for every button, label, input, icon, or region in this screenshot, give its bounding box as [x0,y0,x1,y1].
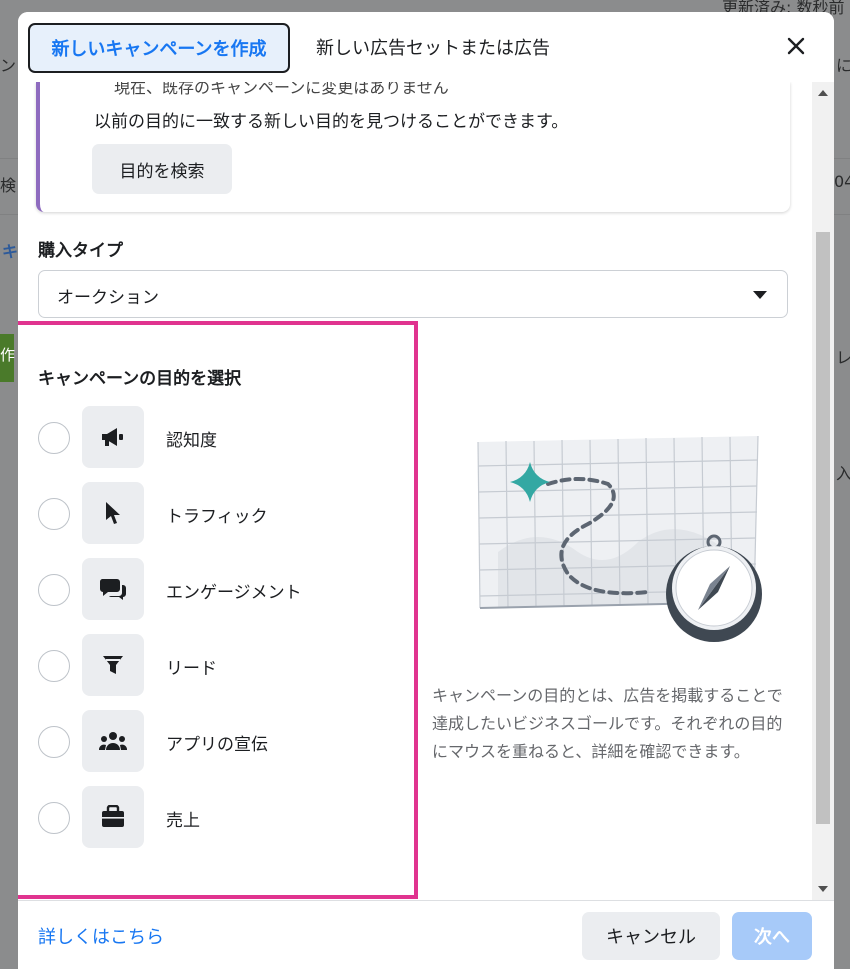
tab-new-adset-or-ad[interactable]: 新しい広告セットまたは広告 [316,34,550,60]
tab-create-campaign[interactable]: 新しいキャンペーンを作成 [28,23,290,73]
bg-fragment: 検 [0,176,17,195]
bg-fragment: に [836,56,850,75]
map-compass-illustration [477,435,762,642]
radio-button[interactable] [38,802,70,834]
dialog-tabs: 新しいキャンペーンを作成 新しい広告セットまたは広告 [18,12,834,82]
purchase-type-select[interactable]: オークション [38,270,788,318]
objective-label: 売上 [166,811,200,831]
objective-awareness[interactable]: 認知度 [38,406,398,470]
dialog-scrollbar[interactable] [812,82,834,900]
chat-bubbles-icon [82,558,144,620]
create-campaign-dialog: 新しいキャンペーンを作成 新しい広告セットまたは広告 現在、既存のキャンペーンに… [18,12,834,969]
info-card: 現在、既存のキャンペーンに変更はありません 以前の目的に一致する新しい目的を見つ… [36,82,790,212]
radio-button[interactable] [38,574,70,606]
learn-more-link[interactable]: 詳しくはこちら [38,923,164,949]
bg-fragment: ン [0,56,17,75]
objective-label: アプリの宣伝 [166,735,268,755]
objective-label: 認知度 [166,431,217,451]
objective-section-title: キャンペーンの目的を選択 [38,369,242,389]
purchase-type-label: 購入タイプ [38,241,123,261]
objective-leads[interactable]: リード [38,634,398,698]
radio-button[interactable] [38,422,70,454]
scroll-down-arrow-icon[interactable] [818,886,828,892]
briefcase-icon [82,786,144,848]
cursor-icon [82,482,144,544]
megaphone-icon [82,406,144,468]
close-button[interactable] [782,32,810,60]
bg-fragment: 04 [834,172,850,191]
bg-fragment: 入 [836,464,850,483]
objective-description: キャンペーンの目的とは、広告を掲載することで達成したいビジネスゴールです。それぞ… [432,686,783,761]
dialog-footer: 詳しくはこちら キャンセル 次へ [18,900,834,969]
close-icon [787,37,805,55]
people-icon [82,710,144,772]
cancel-button[interactable]: キャンセル [582,912,720,960]
scroll-thumb[interactable] [816,232,830,824]
objective-label: トラフィック [166,507,268,527]
objective-traffic[interactable]: トラフィック [38,482,398,546]
scroll-up-arrow-icon[interactable] [818,90,828,96]
radio-button[interactable] [38,498,70,530]
objective-app-promotion[interactable]: アプリの宣伝 [38,710,398,774]
find-objective-button[interactable]: 目的を検索 [92,144,232,194]
funnel-icon [82,634,144,696]
purchase-type-value: オークション [57,288,159,308]
radio-button[interactable] [38,726,70,758]
bg-fragment: 作 [0,346,16,364]
objective-label: エンゲージメント [166,583,302,603]
dropdown-caret-icon [753,291,767,299]
objective-engagement[interactable]: エンゲージメント [38,558,398,622]
objective-sales[interactable]: 売上 [38,786,398,850]
objective-label: リード [166,659,217,679]
bg-fragment: レ [836,348,850,367]
dialog-body: 現在、既存のキャンペーンに変更はありません 以前の目的に一致する新しい目的を見つ… [18,82,812,900]
radio-button[interactable] [38,650,70,682]
info-text: 以前の目的に一致する新しい目的を見つけることができます。 [94,112,569,132]
info-clipped-text: 現在、既存のキャンペーンに変更はありません [114,82,449,97]
bg-fragment: キ [2,242,19,261]
next-button[interactable]: 次へ [732,912,812,960]
